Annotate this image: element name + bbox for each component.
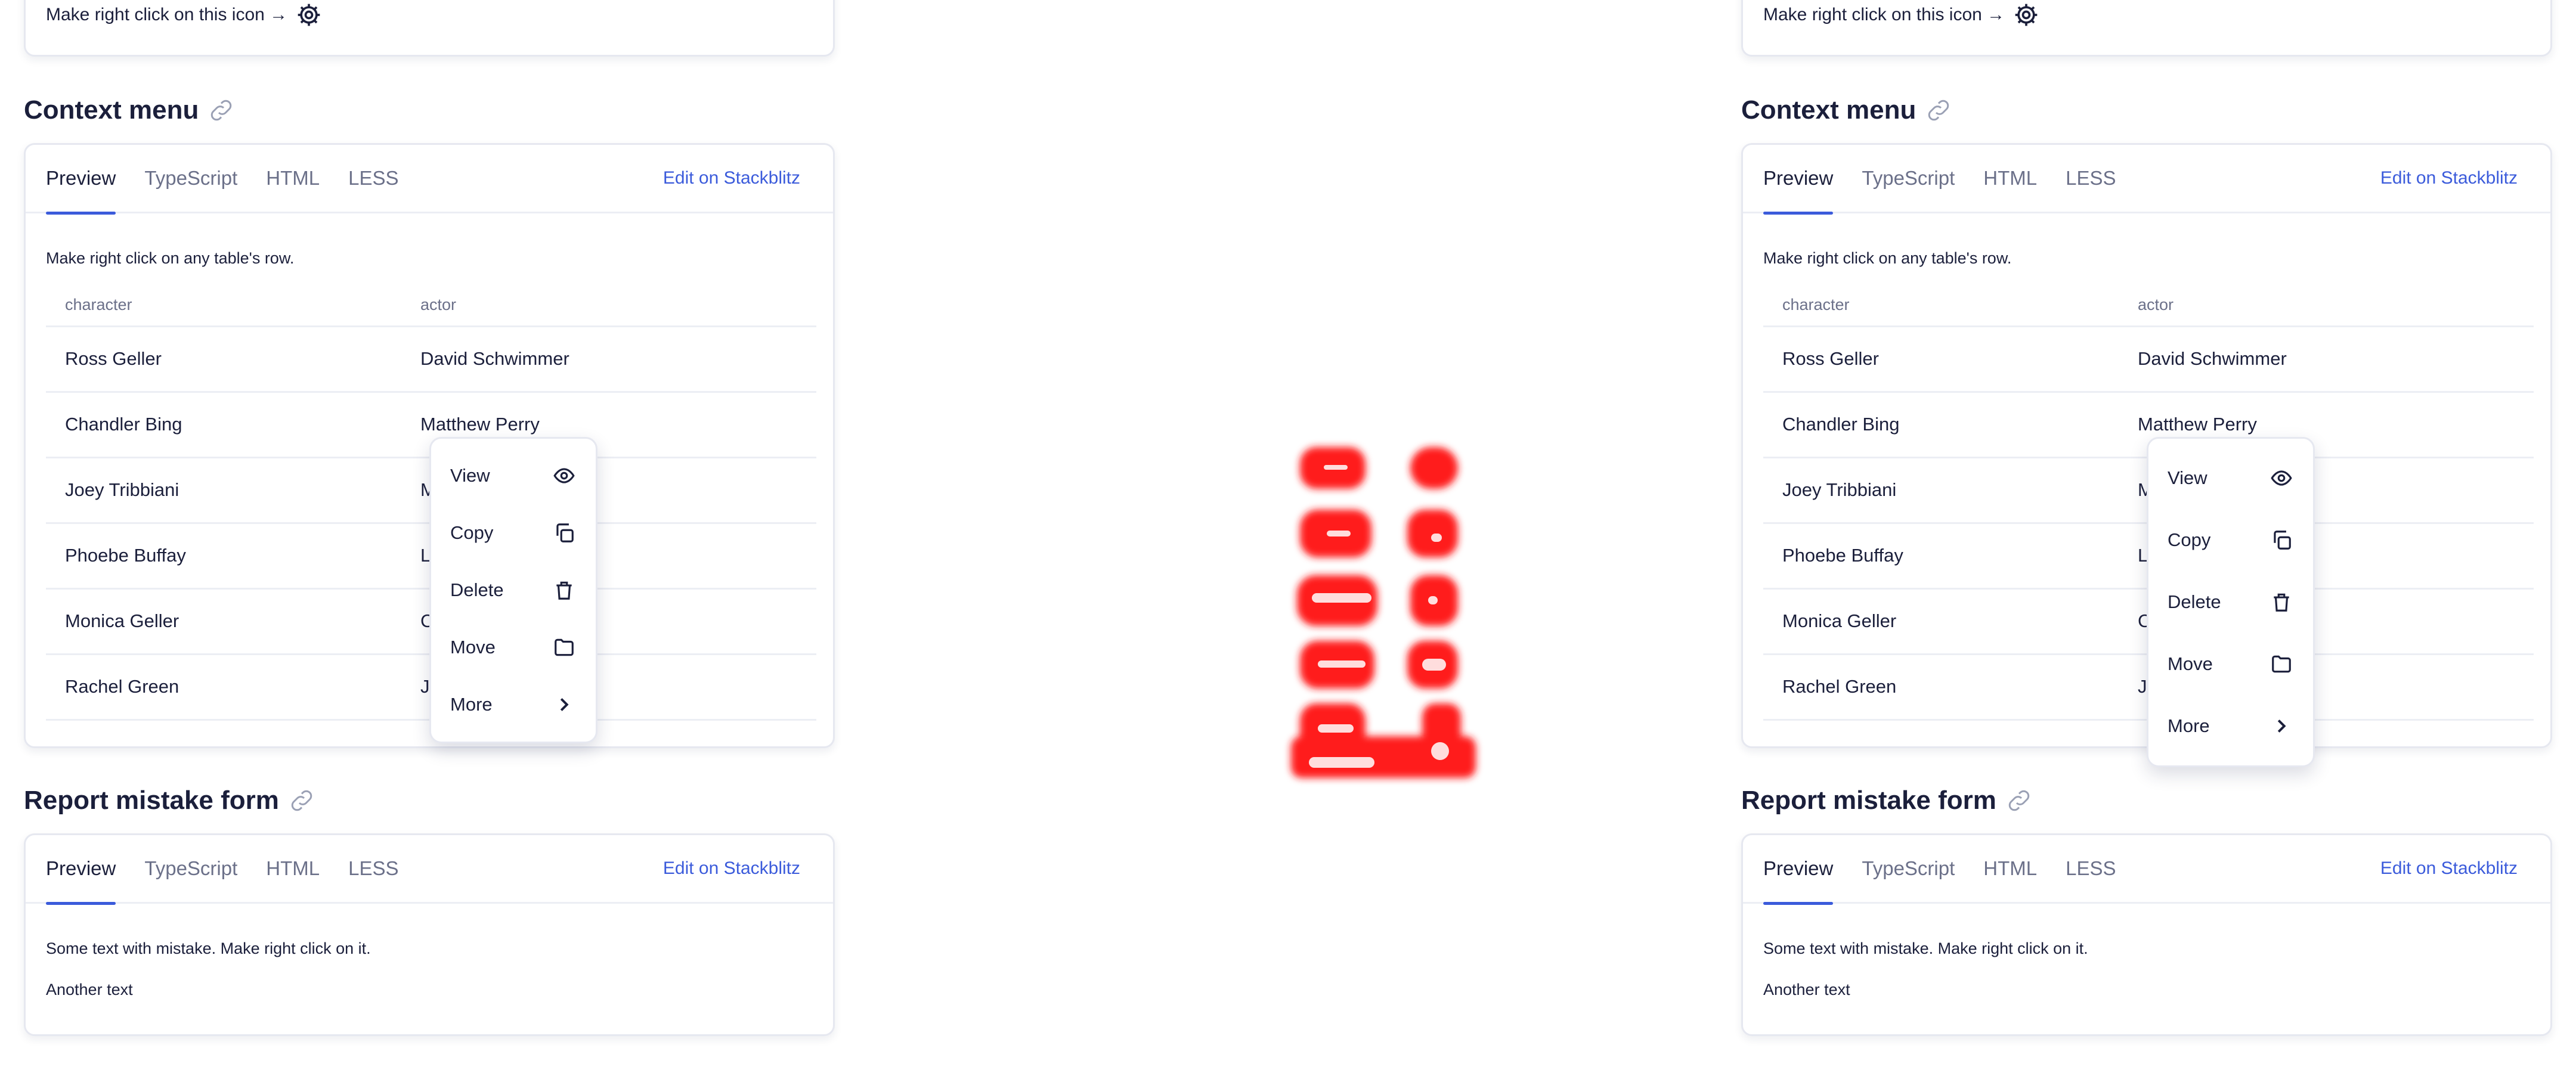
tab-typescript[interactable]: TypeScript [144, 144, 237, 213]
tab-html[interactable]: HTML [1983, 835, 2037, 903]
tab-less[interactable]: LESS [2066, 144, 2116, 213]
top-example-card: Make right click on this icon → [24, 0, 835, 57]
mistake-text[interactable]: Some text with mistake. Make right click… [46, 939, 813, 958]
edit-on-stackblitz-link[interactable]: Edit on Stackblitz [663, 168, 800, 188]
context-menu-item-view[interactable]: View [431, 447, 596, 504]
tab-typescript[interactable]: TypeScript [1862, 835, 1955, 903]
context-menu-item-move[interactable]: Move [431, 619, 596, 676]
gear-icon[interactable] [296, 2, 322, 28]
context-menu-item-copy[interactable]: Copy [431, 504, 596, 562]
context-menu-section-title: Context menu [24, 95, 236, 125]
center-logo-image [1291, 447, 1476, 778]
right-demo-panel: Make right click on this icon → Context … [1741, 0, 2576, 1073]
tab-typescript[interactable]: TypeScript [144, 835, 237, 903]
edit-on-stackblitz-link[interactable]: Edit on Stackblitz [663, 858, 800, 879]
report-mistake-section-title: Report mistake form [24, 786, 316, 815]
chevron-right-icon [2277, 720, 2286, 733]
report-mistake-tabs: Preview TypeScript HTML LESS Edit on Sta… [26, 835, 833, 905]
link-icon[interactable] [2005, 786, 2033, 815]
chevron-right-icon [560, 698, 569, 711]
trash-icon [2274, 593, 2289, 612]
report-mistake-tabs: Preview TypeScript HTML LESS Edit on Sta… [1743, 835, 2550, 905]
link-icon[interactable] [207, 96, 236, 125]
tab-preview[interactable]: Preview [1763, 144, 1834, 215]
tab-typescript[interactable]: TypeScript [1862, 144, 1955, 213]
tab-less[interactable]: LESS [2066, 835, 2116, 903]
edit-on-stackblitz-link[interactable]: Edit on Stackblitz [2380, 858, 2518, 879]
tab-html[interactable]: HTML [266, 835, 320, 903]
copy-icon [556, 523, 574, 542]
context-menu-item-move[interactable]: Move [2148, 633, 2313, 695]
context-menu-item-view[interactable]: View [2148, 447, 2313, 509]
copy-icon [2274, 531, 2291, 550]
edit-on-stackblitz-link[interactable]: Edit on Stackblitz [2380, 168, 2518, 188]
context-menu-item-delete[interactable]: Delete [431, 562, 596, 619]
column-header-actor: actor [401, 284, 816, 327]
context-intro-text: Make right click on any table's row. [1763, 249, 2012, 267]
top-example-card: Make right click on this icon → [1741, 0, 2552, 57]
eye-icon [553, 468, 575, 483]
eye-icon [2271, 470, 2292, 486]
report-mistake-section-title: Report mistake form [1741, 786, 2033, 815]
another-text: Another text [1763, 981, 1850, 998]
context-menu-section-title: Context menu [1741, 95, 1953, 125]
table-row[interactable]: Ross Geller David Schwimmer [46, 326, 816, 393]
context-menu-item-more[interactable]: More [431, 676, 596, 733]
column-header-actor: actor [2119, 284, 2534, 327]
context-menu-item-delete[interactable]: Delete [2148, 571, 2313, 633]
context-menu-item-copy[interactable]: Copy [2148, 509, 2313, 571]
mistake-text[interactable]: Some text with mistake. Make right click… [1763, 939, 2530, 958]
tab-less[interactable]: LESS [348, 144, 398, 213]
left-demo-panel: Make right click on this icon → Context … [24, 0, 859, 1073]
context-intro-text: Make right click on any table's row. [46, 249, 295, 267]
another-text: Another text [46, 981, 133, 998]
context-menu-popup: View Copy Delete Move More [429, 437, 597, 743]
tab-preview[interactable]: Preview [46, 144, 116, 215]
report-mistake-card: Preview TypeScript HTML LESS Edit on Sta… [1741, 833, 2552, 1036]
link-icon[interactable] [1924, 96, 1953, 125]
link-icon[interactable] [287, 786, 316, 815]
tab-html[interactable]: HTML [266, 144, 320, 213]
trash-icon [556, 581, 572, 600]
tab-html[interactable]: HTML [1983, 144, 2037, 213]
context-menu-tabs: Preview TypeScript HTML LESS Edit on Sta… [1743, 144, 2550, 215]
tab-preview[interactable]: Preview [1763, 835, 1834, 905]
column-header-character: character [1763, 284, 2119, 327]
folder-icon [2272, 655, 2291, 673]
context-menu-popup: View Copy Delete Move More [2147, 437, 2315, 767]
top-hint-text: Make right click on this icon → [46, 5, 288, 24]
report-mistake-card: Preview TypeScript HTML LESS Edit on Sta… [24, 833, 835, 1036]
context-menu-tabs: Preview TypeScript HTML LESS Edit on Sta… [26, 144, 833, 215]
tab-less[interactable]: LESS [348, 835, 398, 903]
gear-icon[interactable] [2013, 2, 2039, 28]
top-hint-text: Make right click on this icon → [1763, 5, 2005, 24]
table-row[interactable]: Ross Geller David Schwimmer [1763, 326, 2534, 393]
folder-icon [555, 638, 574, 656]
column-header-character: character [46, 284, 401, 327]
tab-preview[interactable]: Preview [46, 835, 116, 905]
context-menu-item-more[interactable]: More [2148, 695, 2313, 757]
